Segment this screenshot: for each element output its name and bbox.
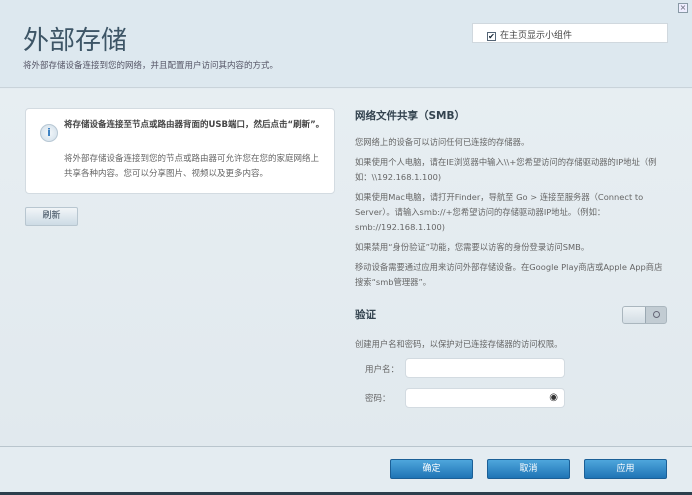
smb-paragraph: 移动设备需要通过应用来访问外部存储设备。在Google Play商店或Apple… <box>355 262 663 287</box>
refresh-button[interactable]: 刷新 <box>25 207 78 226</box>
checkbox-checked-icon[interactable]: ✔ <box>487 32 496 41</box>
toggle-knob[interactable] <box>623 307 646 323</box>
toggle-off-icon <box>653 311 660 318</box>
show-widget-checkbox[interactable]: ✔ 在主页显示小组件 <box>472 23 668 43</box>
ok-button[interactable]: 确定 <box>390 459 473 479</box>
smb-title: 网络文件共享（SMB） <box>355 110 466 122</box>
cancel-button[interactable]: 取消 <box>487 459 570 479</box>
smb-paragraph: 您网络上的设备可以访问任何已连接的存储器。 <box>355 137 530 147</box>
info-heading: 将存储设备连接至节点或路由器背面的USB端口，然后点击“刷新”。 <box>64 120 325 130</box>
auth-title: 验证 <box>355 309 376 321</box>
smb-paragraph: 如果禁用“身份验证”功能，您需要以访客的身份登录访问SMB。 <box>355 242 590 252</box>
page-subtitle: 将外部存储设备连接到您的网络，并且配置用户访问其内容的方式。 <box>23 61 279 71</box>
smb-paragraph: 如果使用个人电脑，请在IE浏览器中输入\\+您希望访问的存储驱动器的IP地址（例… <box>355 157 657 182</box>
page-title: 外部存储 <box>23 26 128 56</box>
username-label: 用户名： <box>365 365 400 375</box>
password-label: 密码： <box>365 394 391 404</box>
auth-toggle[interactable] <box>622 306 667 324</box>
info-text: 将外部存储设备连接到您的节点或路由器可允许您在您的家庭网络上共享各种内容。您可以… <box>64 154 320 179</box>
show-password-eye-icon[interactable]: ◉ <box>549 392 558 403</box>
header: × 外部存储 将外部存储设备连接到您的网络，并且配置用户访问其内容的方式。 ✔ 在… <box>0 0 692 88</box>
info-icon: i <box>40 124 58 142</box>
auth-description: 创建用户名和密码，以保护对已连接存储器的访问权限。 <box>355 339 563 349</box>
smb-paragraph: 如果使用Mac电脑，请打开Finder，导航至 Go > 连接至服务器（Conn… <box>355 192 644 232</box>
show-widget-label: 在主页显示小组件 <box>500 31 573 41</box>
password-input[interactable]: ◉ <box>405 388 565 408</box>
info-box: i 将存储设备连接至节点或路由器背面的USB端口，然后点击“刷新”。 将外部存储… <box>25 108 335 194</box>
close-icon[interactable]: × <box>678 3 688 13</box>
apply-button[interactable]: 应用 <box>584 459 667 479</box>
username-input[interactable] <box>405 358 565 378</box>
